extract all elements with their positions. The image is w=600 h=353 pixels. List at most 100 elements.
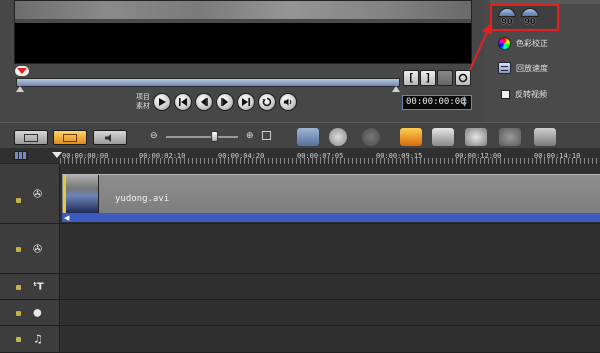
speaker-icon xyxy=(105,133,111,142)
overlay-reel-icon: ✇ xyxy=(33,242,43,255)
scrub-bar[interactable] xyxy=(16,78,400,87)
playback-speed-icon xyxy=(498,62,511,74)
playback-speed-label: 回放速度 xyxy=(516,63,548,73)
track-lock-icon[interactable] xyxy=(16,310,21,316)
music-note-icon: ♫ xyxy=(33,332,43,346)
track-lock-icon[interactable] xyxy=(16,246,21,252)
zoom-slider-thumb[interactable] xyxy=(211,131,218,142)
next-frame-icon xyxy=(221,98,228,106)
clip-audio-band xyxy=(62,213,600,222)
insert-media-button[interactable] xyxy=(297,128,319,146)
music-track-header[interactable]: ♫ xyxy=(0,326,60,352)
rotate-right-icon xyxy=(521,8,539,17)
video-track-header[interactable]: ✇ xyxy=(0,164,60,223)
grid-lines-icon[interactable] xyxy=(14,151,28,160)
voice-track-header[interactable]: ● xyxy=(0,300,60,325)
storyboard-view-button[interactable] xyxy=(14,130,48,145)
zoom-slider-track[interactable] xyxy=(166,136,238,138)
volume-icon xyxy=(284,98,292,106)
reverse-video-option[interactable]: 反转视频 xyxy=(501,89,547,100)
track-lock-icon[interactable] xyxy=(16,337,21,342)
overlay-track: ✇ xyxy=(0,224,600,274)
redo-button[interactable] xyxy=(362,128,380,146)
audio-view-button[interactable] xyxy=(93,130,127,145)
overlay-track-lane[interactable] xyxy=(60,224,600,273)
play-icon xyxy=(159,98,166,106)
system-volume-button[interactable] xyxy=(279,93,297,111)
music-track: ♫ xyxy=(0,326,600,353)
color-wheel-icon xyxy=(498,37,511,50)
ruler-tick-label: 00:00:00:00 xyxy=(62,152,109,160)
reverse-video-checkbox[interactable] xyxy=(501,90,510,99)
zoom-out-icon[interactable]: ⊖ xyxy=(150,131,158,141)
chapter-point-button[interactable] xyxy=(499,128,521,146)
storyboard-icon xyxy=(24,133,38,142)
track-lock-icon[interactable] xyxy=(16,198,21,203)
previous-frame-button[interactable] xyxy=(195,93,213,111)
rotate-left-icon xyxy=(498,8,516,17)
ruler-tick-label: 00:00:04:20 xyxy=(218,152,265,160)
go-to-end-button[interactable] xyxy=(237,93,255,111)
repeat-icon xyxy=(262,97,272,107)
rotate-right-button[interactable]: 90 xyxy=(519,7,541,28)
rotate-right-label: 90 xyxy=(524,17,536,26)
smart-proxy-button[interactable] xyxy=(400,128,422,146)
trim-start-handle[interactable] xyxy=(16,86,24,92)
trim-end-handle[interactable] xyxy=(392,86,400,92)
voice-track: ● xyxy=(0,300,600,326)
ruler-tick-label: 00:00:02:10 xyxy=(139,152,186,160)
prev-frame-icon xyxy=(201,98,208,106)
project-mode-label[interactable]: 项目 xyxy=(128,93,150,102)
ruler-tick-label: 00:00:12:00 xyxy=(455,152,502,160)
title-track: ᵗT xyxy=(0,274,600,300)
track-manager-button[interactable] xyxy=(465,128,487,146)
timecode-spinner[interactable]: ▲ ▼ xyxy=(460,96,469,109)
end-icon xyxy=(242,98,250,106)
rotate-left-label: 90 xyxy=(501,17,513,26)
mix-audio-button[interactable] xyxy=(534,128,556,146)
preview-window xyxy=(14,0,472,64)
ruler-tick-label: 00:00:07:05 xyxy=(297,152,344,160)
video-editor: [ ] 项目 素材 00:00:00:00 ▲ ▼ 90 90 色彩校正 回放速… xyxy=(0,0,600,353)
film-reel-icon: ✇ xyxy=(33,187,43,200)
next-frame-button[interactable] xyxy=(216,93,234,111)
voice-track-lane[interactable] xyxy=(60,300,600,325)
ruler-tick-label: 00:00:09:15 xyxy=(376,152,423,160)
rotate-left-button[interactable]: 90 xyxy=(496,7,518,28)
reverse-video-label: 反转视频 xyxy=(515,90,547,99)
clip-mode-label[interactable]: 素材 xyxy=(128,102,150,111)
title-text-icon: ᵗT xyxy=(33,281,44,292)
mark-in-button[interactable]: [ xyxy=(403,70,419,86)
clip-thumbnail xyxy=(63,175,99,213)
track-lock-icon[interactable] xyxy=(16,284,21,290)
overlay-track-header[interactable]: ✇ xyxy=(0,224,60,273)
title-track-lane[interactable] xyxy=(60,274,600,299)
video-frame xyxy=(15,1,471,23)
playback-speed-option[interactable]: 回放速度 xyxy=(498,62,548,74)
undo-button[interactable] xyxy=(329,128,347,146)
color-correction-option[interactable]: 色彩校正 xyxy=(498,37,548,50)
clip-audio-icon: ◀ xyxy=(64,214,70,222)
transport-controls xyxy=(153,93,297,111)
clip-name: yudong.avi xyxy=(115,194,170,204)
ruler-tick-label: 00:00:14:10 xyxy=(534,152,581,160)
timeline-view-button[interactable] xyxy=(53,130,87,145)
home-icon xyxy=(179,98,187,106)
go-to-start-button[interactable] xyxy=(174,93,192,111)
enlarge-icon xyxy=(458,73,468,83)
zoom-in-icon[interactable]: ⊕ xyxy=(246,131,254,141)
timeline-playhead[interactable] xyxy=(52,152,62,158)
mark-out-button[interactable]: ] xyxy=(420,70,436,86)
fit-project-icon[interactable] xyxy=(262,131,271,140)
repeat-button[interactable] xyxy=(258,93,276,111)
enlarge-preview-button[interactable] xyxy=(455,70,471,86)
mode-labels: 项目 素材 xyxy=(128,93,150,111)
title-track-header[interactable]: ᵗT xyxy=(0,274,60,299)
microphone-icon: ● xyxy=(33,307,42,318)
color-correction-label: 色彩校正 xyxy=(516,39,548,48)
music-track-lane[interactable] xyxy=(60,326,600,352)
batch-convert-button[interactable] xyxy=(432,128,454,146)
playhead-marker[interactable] xyxy=(17,68,27,74)
play-button[interactable] xyxy=(153,93,171,111)
split-clip-button[interactable] xyxy=(437,70,453,86)
